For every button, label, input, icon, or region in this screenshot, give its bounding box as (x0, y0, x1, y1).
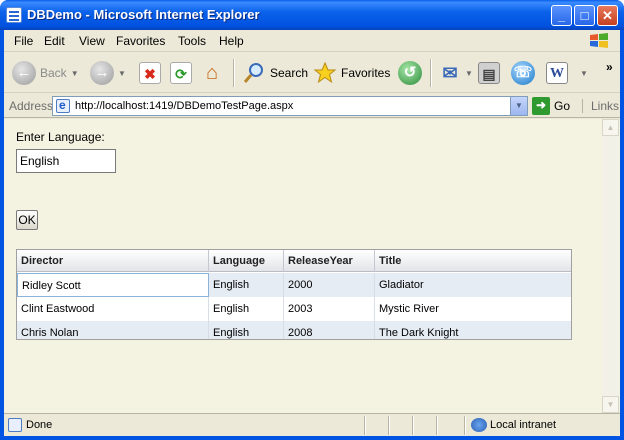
page-icon (56, 98, 70, 113)
cell-director[interactable]: Clint Eastwood (17, 297, 209, 321)
search-label: Search (270, 66, 309, 80)
toolbar-divider (430, 59, 431, 87)
back-button[interactable]: ← Back ▼ (12, 59, 79, 87)
star-icon (313, 61, 337, 84)
back-label: Back (40, 66, 67, 80)
address-input[interactable]: http://localhost:1419/DBDemoTestPage.asp… (52, 96, 528, 116)
table-row[interactable]: Chris Nolan English 2008 The Dark Knight (17, 321, 571, 339)
chevron-down-icon: ▼ (580, 68, 588, 78)
cell-releaseyear[interactable]: 2008 (284, 321, 375, 339)
menu-favorites[interactable]: Favorites (116, 34, 165, 48)
vertical-scrollbar[interactable]: ▲ ▼ (602, 119, 619, 413)
menu-view[interactable]: View (79, 34, 105, 48)
close-button[interactable]: ✕ (597, 5, 618, 26)
favorites-button[interactable]: Favorites (313, 59, 390, 87)
toolbar-overflow-button[interactable]: » (606, 53, 613, 81)
refresh-button[interactable]: ⟳ (170, 59, 192, 87)
security-zone: Local intranet (490, 419, 557, 431)
cell-title[interactable]: Gladiator (375, 273, 571, 297)
stop-button[interactable]: ✖ (139, 59, 161, 87)
windows-logo-icon (590, 33, 608, 48)
go-label: Go (554, 99, 571, 113)
menu-edit[interactable]: Edit (44, 34, 65, 48)
minimize-button[interactable]: _ (551, 5, 572, 26)
status-divider (464, 416, 465, 435)
chevron-down-icon[interactable]: ▼ (510, 97, 527, 115)
chevron-down-icon: ▼ (70, 68, 79, 78)
chevron-down-icon: ▼ (465, 68, 473, 78)
address-bar: Address http://localhost:1419/DBDemoTest… (4, 94, 620, 118)
messenger-icon: ☏ (511, 61, 535, 85)
column-header-director[interactable]: Director (17, 250, 209, 272)
word-icon: W (546, 62, 568, 84)
table-row[interactable]: Clint Eastwood English 2003 Mystic River (17, 297, 571, 321)
table-row[interactable]: Ridley Scott English 2000 Gladiator (17, 273, 571, 297)
address-label: Address (9, 99, 54, 113)
column-header-language[interactable]: Language (209, 250, 284, 272)
home-button[interactable]: ⌂ (201, 59, 223, 87)
search-icon (243, 63, 263, 83)
forward-arrow-icon: → (90, 61, 114, 85)
cell-releaseyear[interactable]: 2000 (284, 273, 375, 297)
browser-window: DBDemo - Microsoft Internet Explorer _ □… (0, 0, 624, 440)
browser-frame: File Edit View Favorites Tools Help ← Ba… (4, 30, 620, 436)
cell-language[interactable]: English (209, 321, 284, 339)
language-input[interactable]: English (16, 149, 116, 173)
ok-button[interactable]: OK (16, 210, 38, 230)
language-label: Enter Language: (16, 130, 105, 144)
page-icon (6, 7, 22, 23)
status-divider (436, 416, 437, 435)
status-divider (388, 416, 389, 435)
refresh-icon: ⟳ (170, 62, 192, 84)
menu-bar: File Edit View Favorites Tools Help (4, 30, 620, 52)
cell-director[interactable]: Chris Nolan (17, 321, 209, 339)
favorites-label: Favorites (341, 66, 391, 80)
mail-icon: ✉ (442, 63, 458, 83)
status-text: Done (26, 419, 53, 431)
print-button[interactable]: ▤ (478, 59, 500, 87)
window-title: DBDemo - Microsoft Internet Explorer (27, 7, 260, 22)
cell-title[interactable]: Mystic River (375, 297, 571, 321)
go-button[interactable]: ➜ Go (532, 97, 570, 115)
messenger-button[interactable]: ☏ (511, 59, 535, 87)
mail-button[interactable]: ✉ ▼ (439, 59, 473, 87)
toolbar-divider (233, 59, 234, 87)
title-bar[interactable]: DBDemo - Microsoft Internet Explorer _ □… (0, 0, 624, 30)
column-header-releaseyear[interactable]: ReleaseYear (284, 250, 375, 272)
word-button[interactable]: W ▼ (546, 59, 588, 87)
column-header-title[interactable]: Title (375, 250, 571, 272)
stop-icon: ✖ (139, 62, 161, 84)
chevron-down-icon: ▼ (118, 68, 126, 78)
cell-title[interactable]: The Dark Knight (375, 321, 571, 339)
back-arrow-icon: ← (12, 61, 36, 85)
cell-director[interactable]: Ridley Scott (17, 273, 209, 297)
menu-file[interactable]: File (14, 34, 33, 48)
menu-help[interactable]: Help (219, 34, 244, 48)
status-divider (364, 416, 365, 435)
toolbar: ← Back ▼ → ▼ ✖ ⟳ ⌂ Search Favorites ↺ ✉ … (4, 53, 620, 93)
links-button[interactable]: Links (582, 99, 619, 113)
history-button[interactable]: ↺ (398, 59, 422, 87)
address-url: http://localhost:1419/DBDemoTestPage.asp… (75, 100, 294, 112)
status-bar: Done Local intranet (4, 413, 620, 436)
page-icon (8, 418, 22, 432)
cell-releaseyear[interactable]: 2003 (284, 297, 375, 321)
forward-button[interactable]: → ▼ (90, 59, 126, 87)
scroll-down-icon[interactable]: ▼ (602, 396, 619, 413)
search-button[interactable]: Search (242, 59, 308, 87)
maximize-button[interactable]: □ (574, 5, 595, 26)
cell-language[interactable]: English (209, 273, 284, 297)
history-icon: ↺ (398, 61, 422, 85)
page-content: Enter Language: English OK Director Lang… (4, 119, 620, 413)
status-divider (412, 416, 413, 435)
globe-icon (471, 418, 487, 432)
cell-language[interactable]: English (209, 297, 284, 321)
printer-icon: ▤ (478, 62, 500, 84)
scroll-up-icon[interactable]: ▲ (602, 119, 619, 136)
grid-header: Director Language ReleaseYear Title (17, 250, 571, 272)
go-arrow-icon: ➜ (532, 97, 550, 115)
results-grid: Director Language ReleaseYear Title Ridl… (16, 249, 572, 340)
menu-tools[interactable]: Tools (178, 34, 206, 48)
home-icon: ⌂ (205, 62, 219, 84)
